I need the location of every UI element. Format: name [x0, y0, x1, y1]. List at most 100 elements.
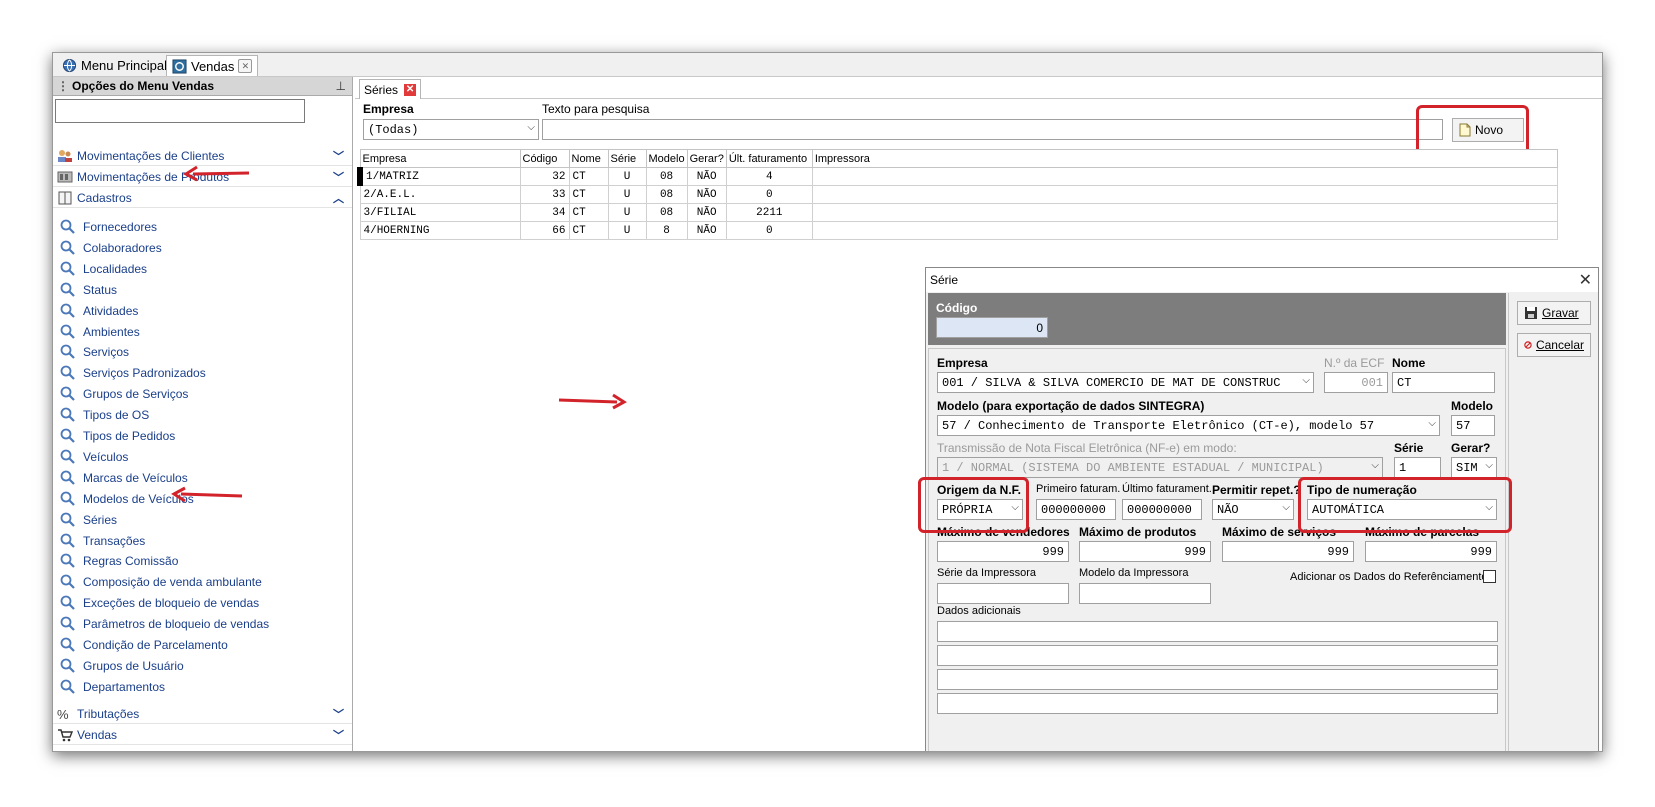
search-input[interactable] — [542, 119, 1443, 140]
sidebar-item[interactable]: Exceções de bloqueio de vendas — [59, 593, 259, 613]
pin-icon[interactable]: ⊥ — [336, 79, 346, 93]
max-servicos-field[interactable]: 999 — [1222, 541, 1354, 562]
dados-adicionais-line[interactable] — [937, 669, 1498, 690]
magnifier-icon — [60, 679, 75, 694]
tab-label: Menu Principal — [81, 58, 167, 73]
dados-adicionais-line[interactable] — [937, 621, 1498, 642]
sidebar-item-label: Departamentos — [83, 679, 166, 694]
primeiro-value: 000000000 — [1041, 502, 1106, 517]
col-header[interactable]: Gerar? — [686, 149, 727, 168]
permitir-select[interactable]: NÃO ⌵ — [1212, 499, 1294, 520]
nome-field[interactable]: CT — [1392, 372, 1495, 393]
close-icon[interactable]: ✕ — [404, 83, 417, 96]
group-vendas[interactable]: Vendas ﹀ — [53, 725, 352, 745]
sidebar-item[interactable]: Departamentos — [59, 677, 165, 697]
sidebar-item[interactable]: Marcas de Veículos — [59, 468, 188, 488]
codigo-field[interactable]: 0 — [936, 317, 1048, 338]
max-vendedores-field[interactable]: 999 — [937, 541, 1069, 562]
main-tabs: Séries ✕ — [355, 77, 1602, 99]
sidebar-item[interactable]: Colaboradores — [59, 238, 162, 258]
table-row[interactable]: 3/FILIAL 34 CT U 08 NÃO 2211 — [359, 203, 1558, 222]
dialog-form: Empresa 001 / SILVA & SILVA COMERCIO DE … — [928, 348, 1506, 751]
group-tributacoes[interactable]: % Tributações ﹀ — [53, 704, 352, 724]
table-row[interactable]: 1/MATRIZ 32 CT U 08 NÃO 4 — [357, 167, 1558, 186]
sidebar-item[interactable]: Condição de Parcelamento — [59, 635, 228, 655]
col-header[interactable]: Modelo — [645, 149, 688, 168]
tab-vendas[interactable]: Vendas ✕ — [166, 55, 259, 76]
sidebar-item[interactable]: Tipos de OS — [59, 405, 149, 425]
sidebar-item[interactable]: Fornecedores — [59, 217, 157, 237]
highlight-box-tipo-numeracao — [1298, 477, 1512, 533]
primeiro-field[interactable]: 000000000 — [1036, 499, 1116, 520]
sidebar-item[interactable]: Grupos de Usuário — [59, 656, 184, 676]
col-header[interactable]: Empresa — [359, 149, 521, 168]
serie-field[interactable]: 1 — [1394, 457, 1441, 478]
gravar-button[interactable]: Gravar — [1517, 301, 1591, 325]
ultimo-field[interactable]: 000000000 — [1122, 499, 1202, 520]
empresa-select[interactable]: 001 / SILVA & SILVA COMERCIO DE MAT DE C… — [937, 372, 1314, 393]
dados-adicionais-line[interactable] — [937, 645, 1498, 666]
magnifier-icon — [60, 658, 75, 673]
book-icon — [58, 191, 72, 204]
modelo-sintegra-select[interactable]: 57 / Conhecimento de Transporte Eletrôni… — [937, 415, 1440, 436]
chevron-down-icon: ⌵ — [527, 122, 535, 133]
dados-adicionais-line[interactable] — [937, 693, 1498, 714]
sidebar-item[interactable]: Serviços Padronizados — [59, 363, 206, 383]
chevron-up-icon[interactable]: ︿ — [333, 190, 344, 206]
modelo-sintegra-value: 57 / Conhecimento de Transporte Eletrôni… — [942, 418, 1375, 433]
table-row[interactable]: 4/HOERNING 66 CT U 8 NÃO 0 — [359, 221, 1558, 240]
sidebar-item[interactable]: Serviços — [59, 342, 129, 362]
annotation-arrow-series — [171, 486, 243, 503]
sidebar-item[interactable]: Status — [59, 280, 117, 300]
empresa-select[interactable]: (Todas) ⌵ — [363, 119, 539, 140]
max-parcelas-field[interactable]: 999 — [1365, 541, 1497, 562]
codigo-value: 0 — [1036, 320, 1043, 335]
globe-icon — [62, 58, 77, 73]
sidebar-item[interactable]: Transações — [59, 531, 145, 551]
sidebar-item[interactable]: Séries — [59, 510, 117, 530]
table-header-row: Empresa Código Nome Série Modelo Gerar? … — [359, 149, 1558, 168]
col-header[interactable]: Código — [519, 149, 570, 168]
sidebar-item[interactable]: Veículos — [59, 447, 128, 467]
max-produtos-label: Máximo de produtos — [1079, 525, 1197, 539]
dados-adicionais-label: Dados adicionais — [937, 605, 1021, 617]
cancelar-label: Cancelar — [1535, 338, 1584, 352]
modelo-field[interactable]: 57 — [1451, 415, 1495, 436]
table-cell: NÃO — [686, 167, 727, 186]
col-header[interactable]: Série — [607, 149, 647, 168]
chevron-down-icon[interactable]: ﹀ — [333, 148, 344, 164]
tab-label: Vendas — [191, 58, 235, 74]
sidebar-item[interactable]: Parâmetros de bloqueio de vendas — [59, 614, 269, 634]
tab-menu-principal[interactable]: Menu Principal — [57, 55, 172, 76]
sidebar-item[interactable]: Ambientes — [59, 322, 140, 342]
col-header[interactable]: Impressora — [811, 149, 1558, 168]
serie-impressora-field[interactable] — [937, 583, 1069, 604]
cancelar-button[interactable]: Cancelar — [1517, 333, 1591, 357]
table-row[interactable]: 2/A.E.L. 33 CT U 08 NÃO 0 — [359, 185, 1558, 204]
modelo-impressora-field[interactable] — [1079, 583, 1211, 604]
group-cadastros[interactable]: Cadastros ︿ — [53, 188, 352, 208]
magnifier-icon — [60, 491, 75, 506]
tab-series[interactable]: Séries ✕ — [359, 79, 422, 99]
chevron-down-icon[interactable]: ﹀ — [333, 706, 344, 722]
table-cell: 66 — [519, 221, 570, 240]
empresa-value: 001 / SILVA & SILVA COMERCIO DE MAT DE C… — [942, 375, 1281, 390]
col-header[interactable]: Últ. faturamento — [725, 149, 813, 168]
sidebar-item[interactable]: Localidades — [59, 259, 147, 279]
adicionar-checkbox[interactable] — [1483, 570, 1496, 583]
sidebar-item-label: Atividades — [83, 303, 139, 318]
close-tab-icon[interactable]: ✕ — [238, 59, 253, 73]
sidebar-search-input[interactable] — [55, 99, 305, 123]
close-icon[interactable]: ✕ — [1579, 270, 1592, 290]
sidebar-item[interactable]: Tipos de Pedidos — [59, 426, 175, 446]
sidebar-item[interactable]: Regras Comissão — [59, 551, 178, 571]
chevron-down-icon[interactable]: ﹀ — [333, 727, 344, 743]
sidebar-item-label: Veículos — [83, 449, 129, 464]
chevron-down-icon[interactable]: ﹀ — [333, 169, 344, 185]
gerar-select[interactable]: SIM ⌵ — [1451, 457, 1497, 478]
sidebar-item[interactable]: Atividades — [59, 301, 138, 321]
sidebar-item[interactable]: Composição de venda ambulante — [59, 572, 262, 592]
sidebar-item[interactable]: Grupos de Serviços — [59, 384, 188, 404]
col-header[interactable]: Nome — [568, 149, 609, 168]
max-produtos-field[interactable]: 999 — [1079, 541, 1211, 562]
